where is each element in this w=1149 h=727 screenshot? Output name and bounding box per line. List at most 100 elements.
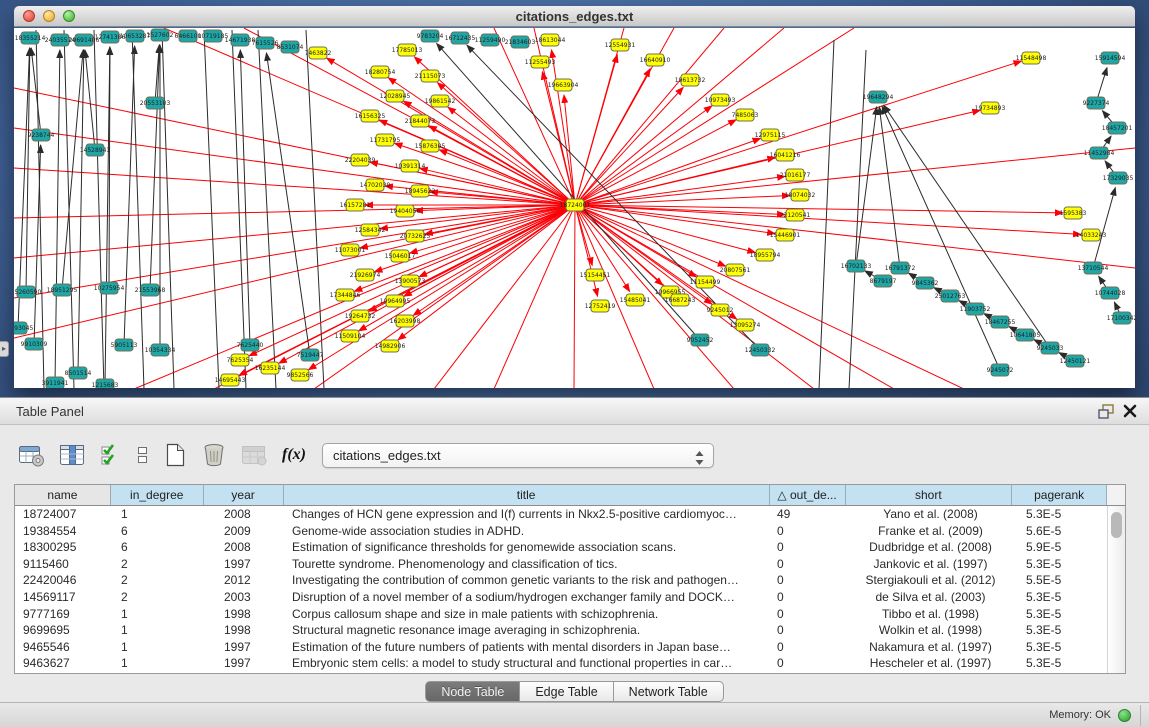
minimize-window-button[interactable] [43, 10, 55, 22]
graph-node-teal[interactable]: 1215683 [92, 379, 119, 388]
select-checks-icon[interactable] [100, 443, 122, 467]
cell-pagerank[interactable]: 5.3E-5 [1014, 622, 1109, 639]
edge-black[interactable] [150, 45, 160, 290]
graph-node-yellow[interactable]: 11073001 [335, 244, 366, 256]
tab-node-table[interactable]: Node Table [425, 681, 520, 702]
cell-in_degree[interactable]: 1 [111, 639, 204, 656]
cell-name[interactable]: 9115460 [15, 556, 111, 573]
cell-pagerank[interactable]: 5.3E-5 [1014, 506, 1109, 523]
graph-node-teal[interactable]: 8679197 [870, 275, 897, 287]
graph-node-teal[interactable]: 10641805 [1010, 329, 1041, 341]
cell-pagerank[interactable]: 5.3E-5 [1014, 639, 1109, 656]
network-select-dropdown[interactable]: citations_edges.txt [322, 443, 714, 468]
cell-year[interactable]: 1998 [204, 606, 284, 623]
cell-title[interactable]: Genome-wide association studies in ADHD. [284, 523, 771, 540]
graph-node-yellow[interactable]: 1595383 [1060, 207, 1087, 219]
cell-year[interactable]: 2012 [204, 572, 284, 589]
cell-pagerank[interactable]: 5.9E-5 [1014, 539, 1109, 556]
cell-out_degree[interactable]: 0 [771, 655, 847, 672]
cell-in_degree[interactable]: 1 [111, 655, 204, 672]
graph-node-yellow[interactable]: 14033243 [1076, 229, 1107, 241]
cell-short[interactable]: Stergiakouli et al. (2012) [847, 572, 1014, 589]
edge-red[interactable] [551, 50, 575, 205]
edge-red[interactable] [398, 205, 575, 340]
table-row[interactable]: 977716911998Corpus callosum shape and si… [15, 606, 1125, 623]
edge-red[interactable] [494, 28, 575, 205]
table-vertical-scrollbar[interactable] [1107, 506, 1125, 673]
cell-short[interactable]: Wolkin et al. (1998) [847, 622, 1014, 639]
network-canvas[interactable]: 1872400717785013182807542111507312028945… [14, 28, 1135, 388]
graph-node-teal[interactable]: 25260590 [14, 286, 41, 298]
cell-name[interactable]: 18300295 [15, 539, 111, 556]
graph-node-teal[interactable]: 21834603 [505, 36, 536, 48]
cell-short[interactable]: Franke et al. (2009) [847, 523, 1014, 540]
graph-node-yellow[interactable]: 11255493 [525, 56, 556, 68]
cell-short[interactable]: Tibbo et al. (1998) [847, 606, 1014, 623]
graph-node-teal[interactable]: 17329035 [1103, 172, 1134, 184]
cell-title[interactable]: Tourette syndrome. Phenomenology and cla… [284, 556, 771, 573]
graph-node-yellow[interactable]: 17785013 [392, 44, 423, 56]
new-document-icon[interactable] [163, 442, 187, 468]
edge-red[interactable] [309, 205, 575, 370]
edge-black[interactable] [232, 30, 246, 388]
graph-node-teal[interactable]: 9845362 [912, 277, 939, 289]
table-row[interactable]: 911546021997Tourette syndrome. Phenomeno… [15, 556, 1125, 573]
cell-out_degree[interactable]: 0 [771, 572, 847, 589]
edge-black[interactable] [36, 30, 44, 388]
graph-node-yellow[interactable]: 15154451 [580, 269, 611, 281]
cell-in_degree[interactable]: 1 [111, 606, 204, 623]
graph-node-yellow[interactable]: 11548498 [1016, 52, 1047, 64]
graph-node-teal[interactable]: 16791372 [885, 262, 916, 274]
cell-out_degree[interactable]: 49 [771, 506, 847, 523]
graph-node-yellow[interactable]: 21016177 [780, 169, 811, 181]
cell-in_degree[interactable]: 2 [111, 572, 204, 589]
table-row[interactable]: 1456911722003Disruption of a novel membe… [15, 589, 1125, 606]
graph-node-teal[interactable]: 10744028 [1095, 287, 1126, 299]
cell-short[interactable]: Dudbridge et al. (2008) [847, 539, 1014, 556]
graph-node-teal[interactable]: 15914594 [1095, 52, 1126, 64]
edge-black[interactable] [266, 53, 310, 355]
cell-year[interactable]: 1997 [204, 639, 284, 656]
graph-node-yellow[interactable]: 7485063 [732, 109, 759, 121]
graph-node-yellow[interactable]: 12554931 [605, 39, 636, 51]
graph-node-teal[interactable]: 9245033 [1037, 342, 1064, 354]
graph-node-yellow[interactable]: 14982906 [375, 340, 406, 352]
graph-node-yellow[interactable]: 16041216 [770, 149, 801, 161]
column-header-title[interactable]: title [284, 485, 770, 505]
graph-node-teal[interactable]: 14528943 [80, 144, 111, 156]
graph-node-teal[interactable]: 9227374 [1083, 97, 1110, 109]
cell-in_degree[interactable]: 1 [111, 622, 204, 639]
edge-black[interactable] [240, 50, 250, 345]
graph-node-yellow[interactable]: 18074032 [785, 189, 816, 201]
cell-out_degree[interactable]: 0 [771, 639, 847, 656]
edge-black[interactable] [94, 30, 104, 388]
function-icon[interactable]: f(x) [282, 446, 306, 464]
network-view-window[interactable]: citations_edges.txt 18724007177850131828… [14, 6, 1135, 388]
graph-node-teal[interactable]: 9052452 [687, 334, 714, 346]
edge-red[interactable] [542, 72, 575, 205]
graph-node-teal[interactable]: 16702133 [841, 260, 872, 272]
cell-title[interactable]: Structural magnetic resonance image aver… [284, 622, 771, 639]
graph-node-teal[interactable]: 12450121 [1060, 355, 1091, 367]
graph-node-yellow[interactable]: 22204039 [345, 154, 376, 166]
network-window-titlebar[interactable]: citations_edges.txt [14, 6, 1135, 27]
rows-icon[interactable] [136, 443, 149, 467]
cell-short[interactable]: Jankovic et al. (1997) [847, 556, 1014, 573]
cell-short[interactable]: Yano et al. (2008) [847, 506, 1014, 523]
graph-node-teal[interactable]: 10354334 [145, 344, 176, 356]
graph-node-yellow[interactable]: 10964995 [380, 295, 411, 307]
graph-node-yellow[interactable]: 21115073 [415, 70, 446, 82]
table-row[interactable]: 1938455462009Genome-wide association stu… [15, 523, 1125, 540]
cell-out_degree[interactable]: 0 [771, 539, 847, 556]
edge-red[interactable] [574, 205, 575, 388]
edge-red[interactable] [437, 83, 575, 205]
table-column-icon[interactable] [59, 443, 86, 467]
graph-node-teal[interactable]: 11452984 [1084, 147, 1115, 159]
graph-node-teal[interactable]: 17100342 [1107, 312, 1135, 324]
memory-status-indicator[interactable] [1118, 709, 1131, 722]
cell-short[interactable]: Nakamura et al. (1997) [847, 639, 1014, 656]
graph-node-yellow[interactable]: 19663904 [548, 79, 579, 91]
collapsed-panel-handle[interactable]: ▸ [0, 341, 9, 357]
cell-title[interactable]: Investigating the contribution of common… [284, 572, 771, 589]
table-row[interactable]: 969969511998Structural magnetic resonanc… [15, 622, 1125, 639]
